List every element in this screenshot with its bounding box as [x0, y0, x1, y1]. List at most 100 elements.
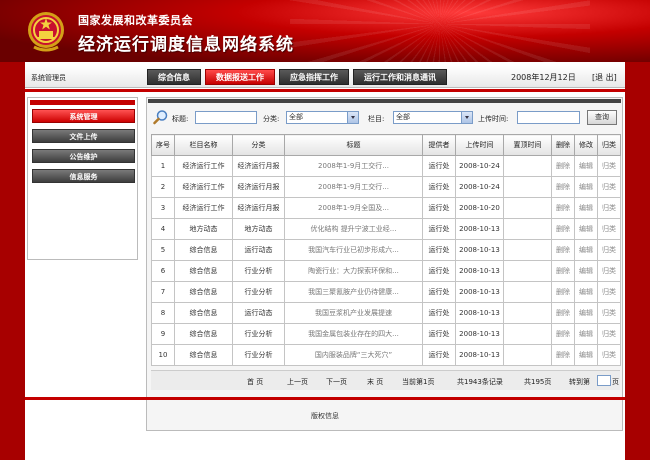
- cell-provider: 运行处: [422, 218, 456, 240]
- cell-upload-time: 2008-10-20: [455, 197, 504, 219]
- cell-no: 5: [151, 239, 175, 261]
- cell-top-time: [503, 323, 552, 345]
- cell-title-link[interactable]: 2008年1-9月工交行...: [284, 176, 423, 198]
- last-page-link[interactable]: 末 页: [367, 377, 383, 387]
- cell-top-time: [503, 344, 552, 366]
- delete-link[interactable]: 删除: [551, 344, 575, 366]
- total-records-text: 共1943条记录: [457, 378, 503, 386]
- tab-comprehensive-info[interactable]: 综合信息: [147, 69, 201, 85]
- cell-category: 行业分析: [232, 281, 285, 303]
- delete-link[interactable]: 删除: [551, 155, 575, 177]
- delete-link[interactable]: 删除: [551, 323, 575, 345]
- edit-link[interactable]: 编辑: [574, 218, 598, 240]
- cell-category: 经济运行月报: [232, 197, 285, 219]
- delete-link[interactable]: 删除: [551, 176, 575, 198]
- col-header-classify: 归类: [597, 134, 621, 156]
- cell-column: 地方动态: [174, 218, 233, 240]
- table-row: 7 综合信息 行业分析 我国三聚氰胺产业仍待健康... 运行处 2008-10-…: [151, 281, 621, 303]
- header-light-burst: [290, 0, 590, 62]
- main-tabs: 综合信息 数据报送工作 应急指挥工作 运行工作和消息通讯: [147, 69, 451, 87]
- edit-link[interactable]: 编辑: [574, 155, 598, 177]
- cell-top-time: [503, 218, 552, 240]
- cell-title-link[interactable]: 2008年1-9月工交行...: [284, 155, 423, 177]
- goto-page-input[interactable]: [597, 375, 611, 386]
- query-button[interactable]: 查询: [587, 110, 617, 125]
- cell-no: 8: [151, 302, 175, 324]
- cell-no: 1: [151, 155, 175, 177]
- cell-title-link[interactable]: 我国金属包装业存在的四大...: [284, 323, 423, 345]
- column-select[interactable]: 全部: [393, 111, 473, 124]
- logout-link[interactable]: [退 出]: [592, 72, 617, 83]
- col-header-upload-time: 上传时间: [455, 134, 504, 156]
- classify-link[interactable]: 归类: [597, 197, 621, 219]
- pagination-bar: 首 页 上一页 下一页 末 页 当前第1页 共1943条记录 共195页 转到第…: [151, 370, 620, 390]
- cell-category: 运行动态: [232, 239, 285, 261]
- top-navbar: 系统管理员 综合信息 数据报送工作 应急指挥工作 运行工作和消息通讯 2008年…: [25, 66, 625, 88]
- cell-no: 7: [151, 281, 175, 303]
- classify-link[interactable]: 归类: [597, 176, 621, 198]
- cell-no: 6: [151, 260, 175, 282]
- cell-title-link[interactable]: 国内服装品牌“三大死穴”: [284, 344, 423, 366]
- tab-emergency-command[interactable]: 应急指挥工作: [279, 69, 349, 85]
- delete-link[interactable]: 删除: [551, 218, 575, 240]
- delete-link[interactable]: 删除: [551, 302, 575, 324]
- sidebar-item-file-upload[interactable]: 文件上传: [32, 129, 135, 143]
- classify-link[interactable]: 归类: [597, 302, 621, 324]
- edit-link[interactable]: 编辑: [574, 281, 598, 303]
- classify-link[interactable]: 归类: [597, 218, 621, 240]
- first-page-link[interactable]: 首 页: [247, 377, 263, 387]
- search-bar: 标题: 分类: 全部 栏目: 全部 上传时间: 查询: [151, 107, 618, 129]
- title-search-input[interactable]: [195, 111, 257, 124]
- cell-title-link[interactable]: 2008年1-9月全国及...: [284, 197, 423, 219]
- cell-provider: 运行处: [422, 155, 456, 177]
- tab-data-reporting[interactable]: 数据报送工作: [205, 69, 275, 85]
- cell-title-link[interactable]: 我国汽车行业已初步形成六...: [284, 239, 423, 261]
- classify-link[interactable]: 归类: [597, 260, 621, 282]
- edit-link[interactable]: 编辑: [574, 239, 598, 261]
- classify-link[interactable]: 归类: [597, 323, 621, 345]
- delete-link[interactable]: 删除: [551, 239, 575, 261]
- edit-link[interactable]: 编辑: [574, 344, 598, 366]
- classify-link[interactable]: 归类: [597, 155, 621, 177]
- delete-link[interactable]: 删除: [551, 281, 575, 303]
- prev-page-link[interactable]: 上一页: [287, 377, 308, 387]
- sidebar-item-notice-maintenance[interactable]: 公告维护: [32, 149, 135, 163]
- cell-title-link[interactable]: 优化结构 提升宁波工业经...: [284, 218, 423, 240]
- cell-upload-time: 2008-10-13: [455, 323, 504, 345]
- edit-link[interactable]: 编辑: [574, 176, 598, 198]
- main-top-bar: [148, 99, 621, 103]
- sidebar-item-info-service[interactable]: 信息服务: [32, 169, 135, 183]
- info-table: 序号 栏目名称 分类 标题 提供者 上传时间 置顶时间 删除 修改 归类 1 经…: [151, 134, 621, 366]
- edit-link[interactable]: 编辑: [574, 260, 598, 282]
- category-select[interactable]: 全部: [286, 111, 359, 124]
- cell-title-link[interactable]: 我国豆浆机产业发展提速: [284, 302, 423, 324]
- tab-operation-messaging[interactable]: 运行工作和消息通讯: [353, 69, 447, 85]
- delete-link[interactable]: 删除: [551, 197, 575, 219]
- classify-link[interactable]: 归类: [597, 281, 621, 303]
- cell-title-link[interactable]: 陶瓷行业：大力探索环保和...: [284, 260, 423, 282]
- cell-column: 综合信息: [174, 260, 233, 282]
- cell-title-link[interactable]: 我国三聚氰胺产业仍待健康...: [284, 281, 423, 303]
- cell-provider: 运行处: [422, 323, 456, 345]
- cell-provider: 运行处: [422, 176, 456, 198]
- sidebar: 系统管理 文件上传 公告维护 信息服务: [27, 97, 138, 260]
- cell-provider: 运行处: [422, 281, 456, 303]
- cell-column: 经济运行工作: [174, 176, 233, 198]
- classify-link[interactable]: 归类: [597, 239, 621, 261]
- footer-divider: [25, 397, 625, 400]
- col-header-title: 标题: [284, 134, 423, 156]
- edit-link[interactable]: 编辑: [574, 197, 598, 219]
- delete-link[interactable]: 删除: [551, 260, 575, 282]
- national-emblem-icon: [28, 12, 64, 52]
- next-page-link[interactable]: 下一页: [326, 377, 347, 387]
- edit-link[interactable]: 编辑: [574, 323, 598, 345]
- table-row: 1 经济运行工作 经济运行月报 2008年1-9月工交行... 运行处 2008…: [151, 155, 621, 177]
- cell-category: 行业分析: [232, 260, 285, 282]
- sidebar-item-system-admin[interactable]: 系统管理: [32, 109, 135, 123]
- cell-provider: 运行处: [422, 239, 456, 261]
- nav-divider: [25, 89, 625, 92]
- cell-top-time: [503, 155, 552, 177]
- classify-link[interactable]: 归类: [597, 344, 621, 366]
- edit-link[interactable]: 编辑: [574, 302, 598, 324]
- upload-time-input[interactable]: [517, 111, 580, 124]
